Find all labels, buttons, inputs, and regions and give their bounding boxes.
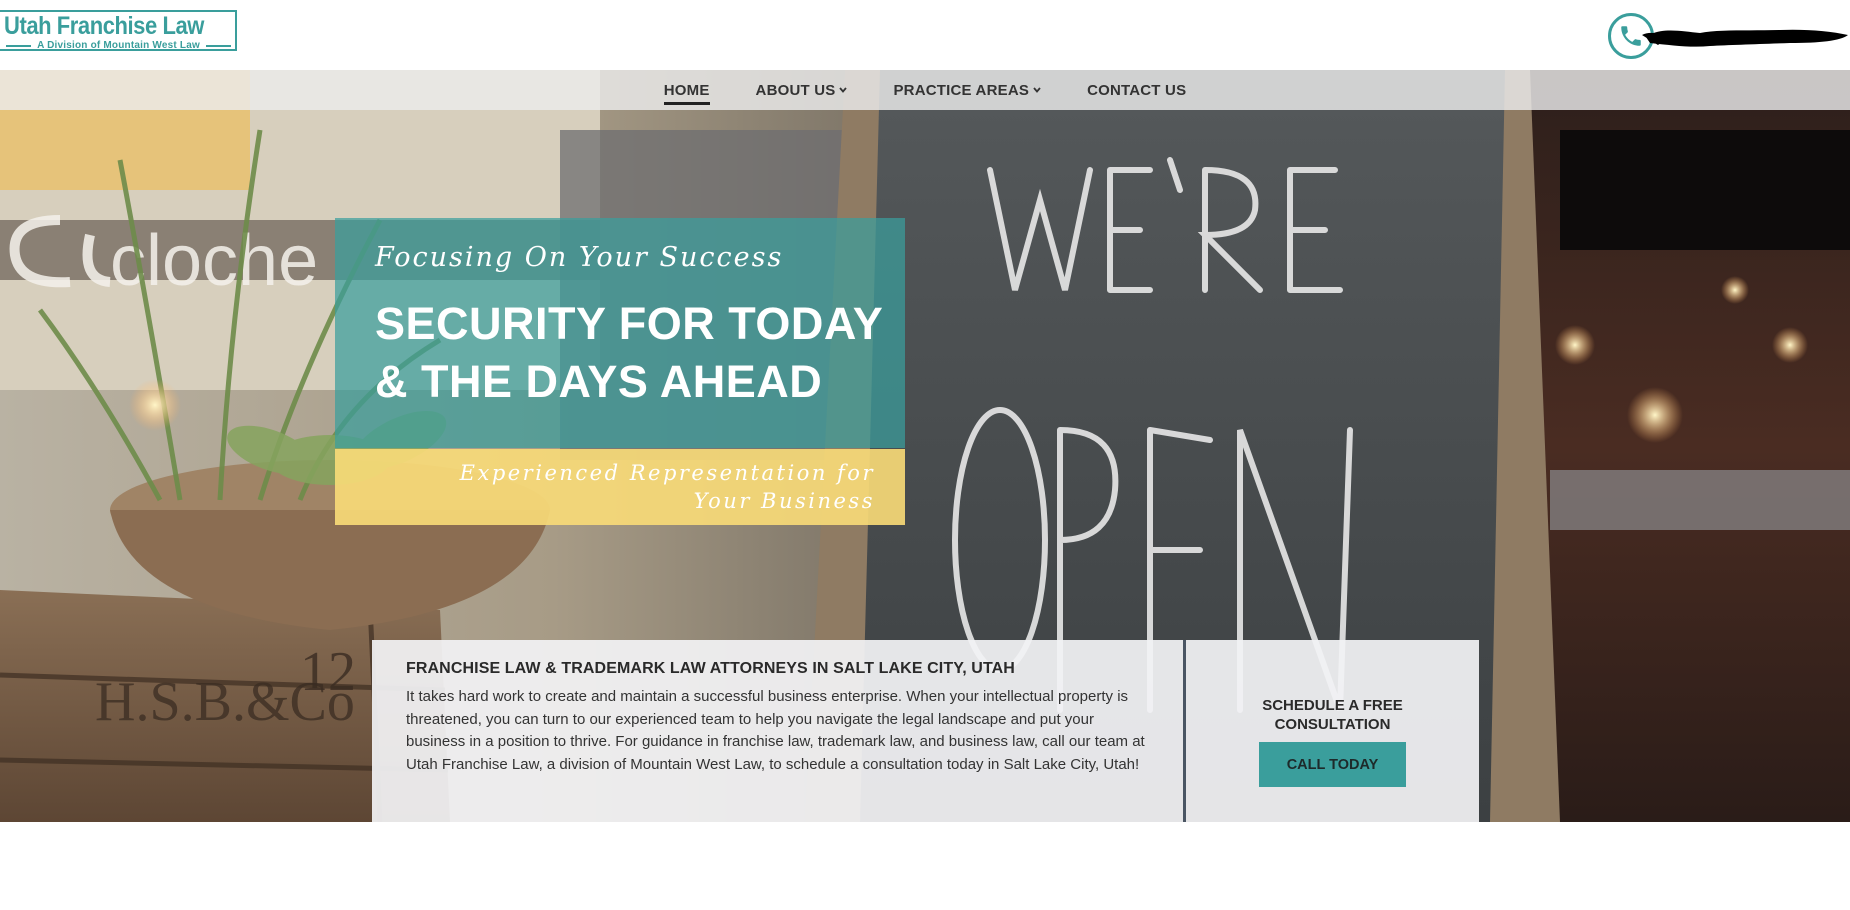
nav-home-label: HOME bbox=[663, 81, 710, 99]
hero-subtitle: Experienced Representation for Your Busi… bbox=[459, 461, 875, 513]
logo-subtitle-row: A Division of Mountain West Law bbox=[0, 40, 235, 51]
svg-text:12: 12 bbox=[300, 641, 356, 703]
intro-text-block: FRANCHISE LAW & TRADEMARK LAW ATTORNEYS … bbox=[372, 640, 1186, 822]
nav-about-us-label: ABOUT US bbox=[755, 81, 836, 99]
logo-title: Utah Franchise Law bbox=[4, 12, 204, 40]
hero-headline-panel: Focusing On Your Success SECURITY FOR TO… bbox=[335, 218, 905, 448]
chevron-down-icon bbox=[1033, 87, 1041, 93]
consultation-label: SCHEDULE A FREE CONSULTATION bbox=[1262, 697, 1403, 733]
hero-subtitle-panel: Experienced Representation for Your Busi… bbox=[335, 449, 905, 525]
hero-headline: SECURITY FOR TODAY & THE DAYS AHEAD bbox=[375, 295, 905, 411]
intro-card: FRANCHISE LAW & TRADEMARK LAW ATTORNEYS … bbox=[372, 640, 1479, 822]
nav-contact-us-label: CONTACT US bbox=[1087, 81, 1187, 99]
nav-practice-areas[interactable]: PRACTICE AREAS bbox=[893, 78, 1041, 103]
hero-tagline: Focusing On Your Success bbox=[375, 242, 784, 273]
chevron-down-icon bbox=[839, 87, 848, 93]
site-header: Utah Franchise Law A Division of Mountai… bbox=[0, 0, 1850, 70]
logo-rule-right bbox=[205, 44, 231, 47]
call-today-button[interactable]: CALL TODAY bbox=[1259, 742, 1406, 787]
hero-section: cloche H.S.B.&Co 12 HOME ABOUT US PRACTI… bbox=[0, 70, 1850, 822]
nav-home[interactable]: HOME bbox=[663, 78, 710, 105]
intro-heading: FRANCHISE LAW & TRADEMARK LAW ATTORNEYS … bbox=[406, 660, 1015, 677]
hero-headline-line1: SECURITY FOR TODAY bbox=[375, 298, 884, 349]
consultation-cta: SCHEDULE A FREE CONSULTATION CALL TODAY bbox=[1186, 640, 1479, 822]
intro-body: It takes hard work to create and maintai… bbox=[406, 688, 1145, 773]
hero-headline-line2: & THE DAYS AHEAD bbox=[375, 356, 823, 407]
nav-practice-areas-label: PRACTICE AREAS bbox=[893, 81, 1030, 99]
logo-subtitle: A Division of Mountain West Law bbox=[37, 40, 200, 51]
header-phone-link[interactable] bbox=[1608, 13, 1850, 59]
nav-contact-us[interactable]: CONTACT US bbox=[1087, 78, 1186, 103]
main-navigation: HOME ABOUT US PRACTICE AREAS CONTACT US bbox=[0, 70, 1850, 110]
redacted-phone-number bbox=[1642, 29, 1848, 47]
nav-about-us[interactable]: ABOUT US bbox=[756, 78, 848, 103]
logo-rule-left bbox=[6, 44, 32, 47]
site-logo[interactable]: Utah Franchise Law A Division of Mountai… bbox=[0, 10, 237, 51]
